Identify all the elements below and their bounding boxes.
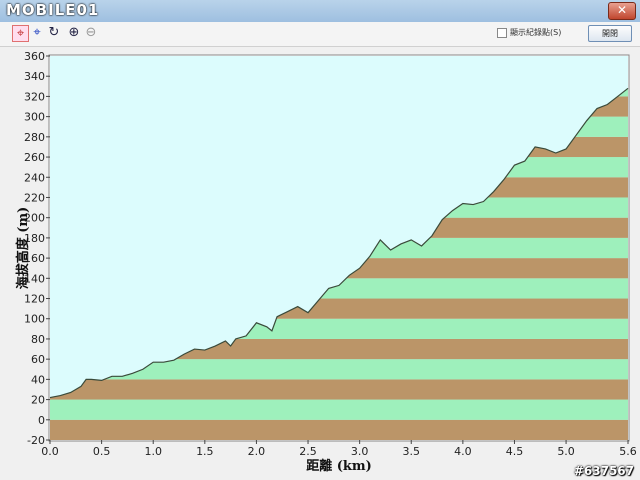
- x-tick-label: 4.5: [506, 445, 524, 458]
- x-tick-label: 5.6: [619, 445, 637, 458]
- x-axis-title: 距離 (km): [306, 458, 372, 474]
- y-tick-label: 240: [24, 171, 45, 184]
- y-tick-label: 120: [24, 293, 45, 306]
- y-tick-label: 60: [31, 353, 45, 366]
- elevation-band: [50, 379, 628, 400]
- y-tick-label: 40: [31, 373, 45, 386]
- y-tick-label: 340: [24, 70, 45, 83]
- y-tick-label: 20: [31, 394, 45, 407]
- x-tick-label: 0.5: [93, 445, 111, 458]
- elevation-band: [50, 399, 628, 420]
- y-tick-label: 300: [24, 111, 45, 124]
- watermark: #637567: [573, 464, 634, 478]
- x-tick-label: 4.0: [454, 445, 472, 458]
- elevation-band: [50, 419, 628, 440]
- y-tick-label: 260: [24, 151, 45, 164]
- x-tick-label: 1.5: [196, 445, 214, 458]
- x-tick-label: 3.0: [351, 445, 369, 458]
- elevation-chart[interactable]: -200204060801001201401601802002202402602…: [0, 0, 640, 480]
- x-tick-label: 2.5: [299, 445, 317, 458]
- y-tick-label: 80: [31, 333, 45, 346]
- x-tick-label: 5.0: [557, 445, 575, 458]
- y-tick-label: 360: [24, 50, 45, 63]
- y-tick-label: 100: [24, 313, 45, 326]
- y-tick-label: 320: [24, 90, 45, 103]
- x-tick-label: 3.5: [403, 445, 421, 458]
- x-tick-label: 0.0: [41, 445, 59, 458]
- y-tick-label: 0: [38, 414, 45, 427]
- x-tick-label: 1.0: [144, 445, 162, 458]
- y-tick-label: 280: [24, 131, 45, 144]
- y-tick-label: 220: [24, 191, 45, 204]
- y-axis-title: 海拔高度 (m): [15, 207, 31, 290]
- x-tick-label: 2.0: [248, 445, 266, 458]
